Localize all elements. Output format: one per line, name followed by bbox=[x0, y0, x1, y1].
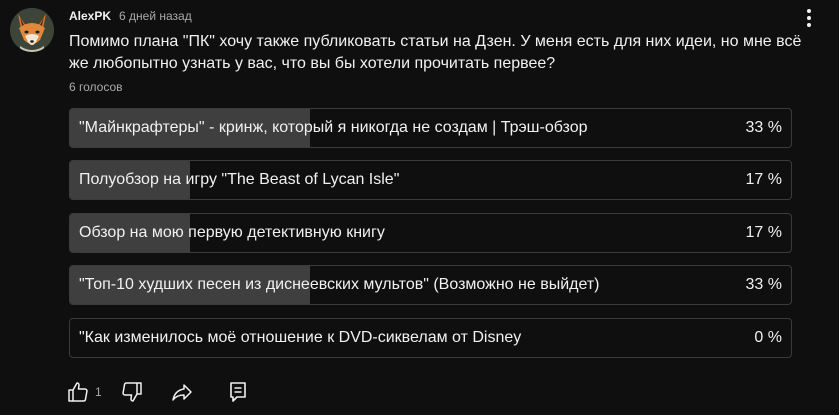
more-actions-icon[interactable] bbox=[799, 6, 819, 30]
fox-avatar-image bbox=[10, 8, 54, 52]
poll-option-percent: 33 % bbox=[745, 276, 782, 294]
poll-option[interactable]: "Как изменилось моё отношение к DVD-сикв… bbox=[69, 317, 792, 358]
post-time[interactable]: 6 дней назад bbox=[119, 9, 192, 23]
poll-option-percent: 17 % bbox=[745, 223, 782, 241]
vote-count: 6 голосов bbox=[69, 80, 123, 94]
thumbs-up-icon bbox=[68, 382, 88, 402]
action-bar: 1 bbox=[60, 376, 250, 408]
poll-option-label: Полуобзор на игру "The Beast of Lycan Is… bbox=[79, 171, 400, 189]
thumbs-down-icon bbox=[122, 382, 142, 402]
post-text: Помимо плана "ПК" хочу также публиковать… bbox=[69, 33, 802, 72]
avatar[interactable] bbox=[10, 8, 54, 52]
comment-icon bbox=[229, 382, 246, 402]
poll-option[interactable]: "Майнкрафтеры" - кринж, который я никогд… bbox=[69, 108, 792, 148]
community-post: AlexPK 6 дней назад Помимо плана "ПК" хо… bbox=[0, 0, 839, 415]
share-icon bbox=[171, 384, 192, 401]
poll-option-label: "Топ-10 худших песен из диснеевских муль… bbox=[79, 276, 600, 294]
poll-option-label: "Как изменилось моё отношение к DVD-сикв… bbox=[79, 328, 522, 346]
poll-option-percent: 33 % bbox=[745, 119, 782, 136]
like-count: 1 bbox=[95, 385, 102, 399]
poll-option[interactable]: Обзор на мою первую детективную книгу 17 … bbox=[69, 212, 792, 253]
poll-option-label: "Майнкрафтеры" - кринж, который я никогд… bbox=[79, 119, 588, 136]
poll-option[interactable]: "Топ-10 худших песен из диснеевских муль… bbox=[69, 265, 792, 306]
share-button[interactable] bbox=[170, 380, 194, 404]
poll-option-label: Обзор на мою первую детективную книгу bbox=[79, 223, 385, 241]
comment-button[interactable] bbox=[226, 380, 250, 404]
poll-option-percent: 17 % bbox=[745, 171, 782, 189]
author-name[interactable]: AlexPK bbox=[69, 9, 111, 23]
like-button[interactable]: 1 bbox=[60, 376, 106, 408]
poll-option[interactable]: Полуобзор на игру "The Beast of Lycan Is… bbox=[69, 160, 792, 201]
poll-option-percent: 0 % bbox=[754, 328, 782, 346]
poll-options: "Майнкрафтеры" - кринж, который я никогд… bbox=[69, 108, 792, 370]
dislike-button[interactable] bbox=[120, 380, 144, 404]
post-header: AlexPK 6 дней назад bbox=[69, 9, 192, 25]
